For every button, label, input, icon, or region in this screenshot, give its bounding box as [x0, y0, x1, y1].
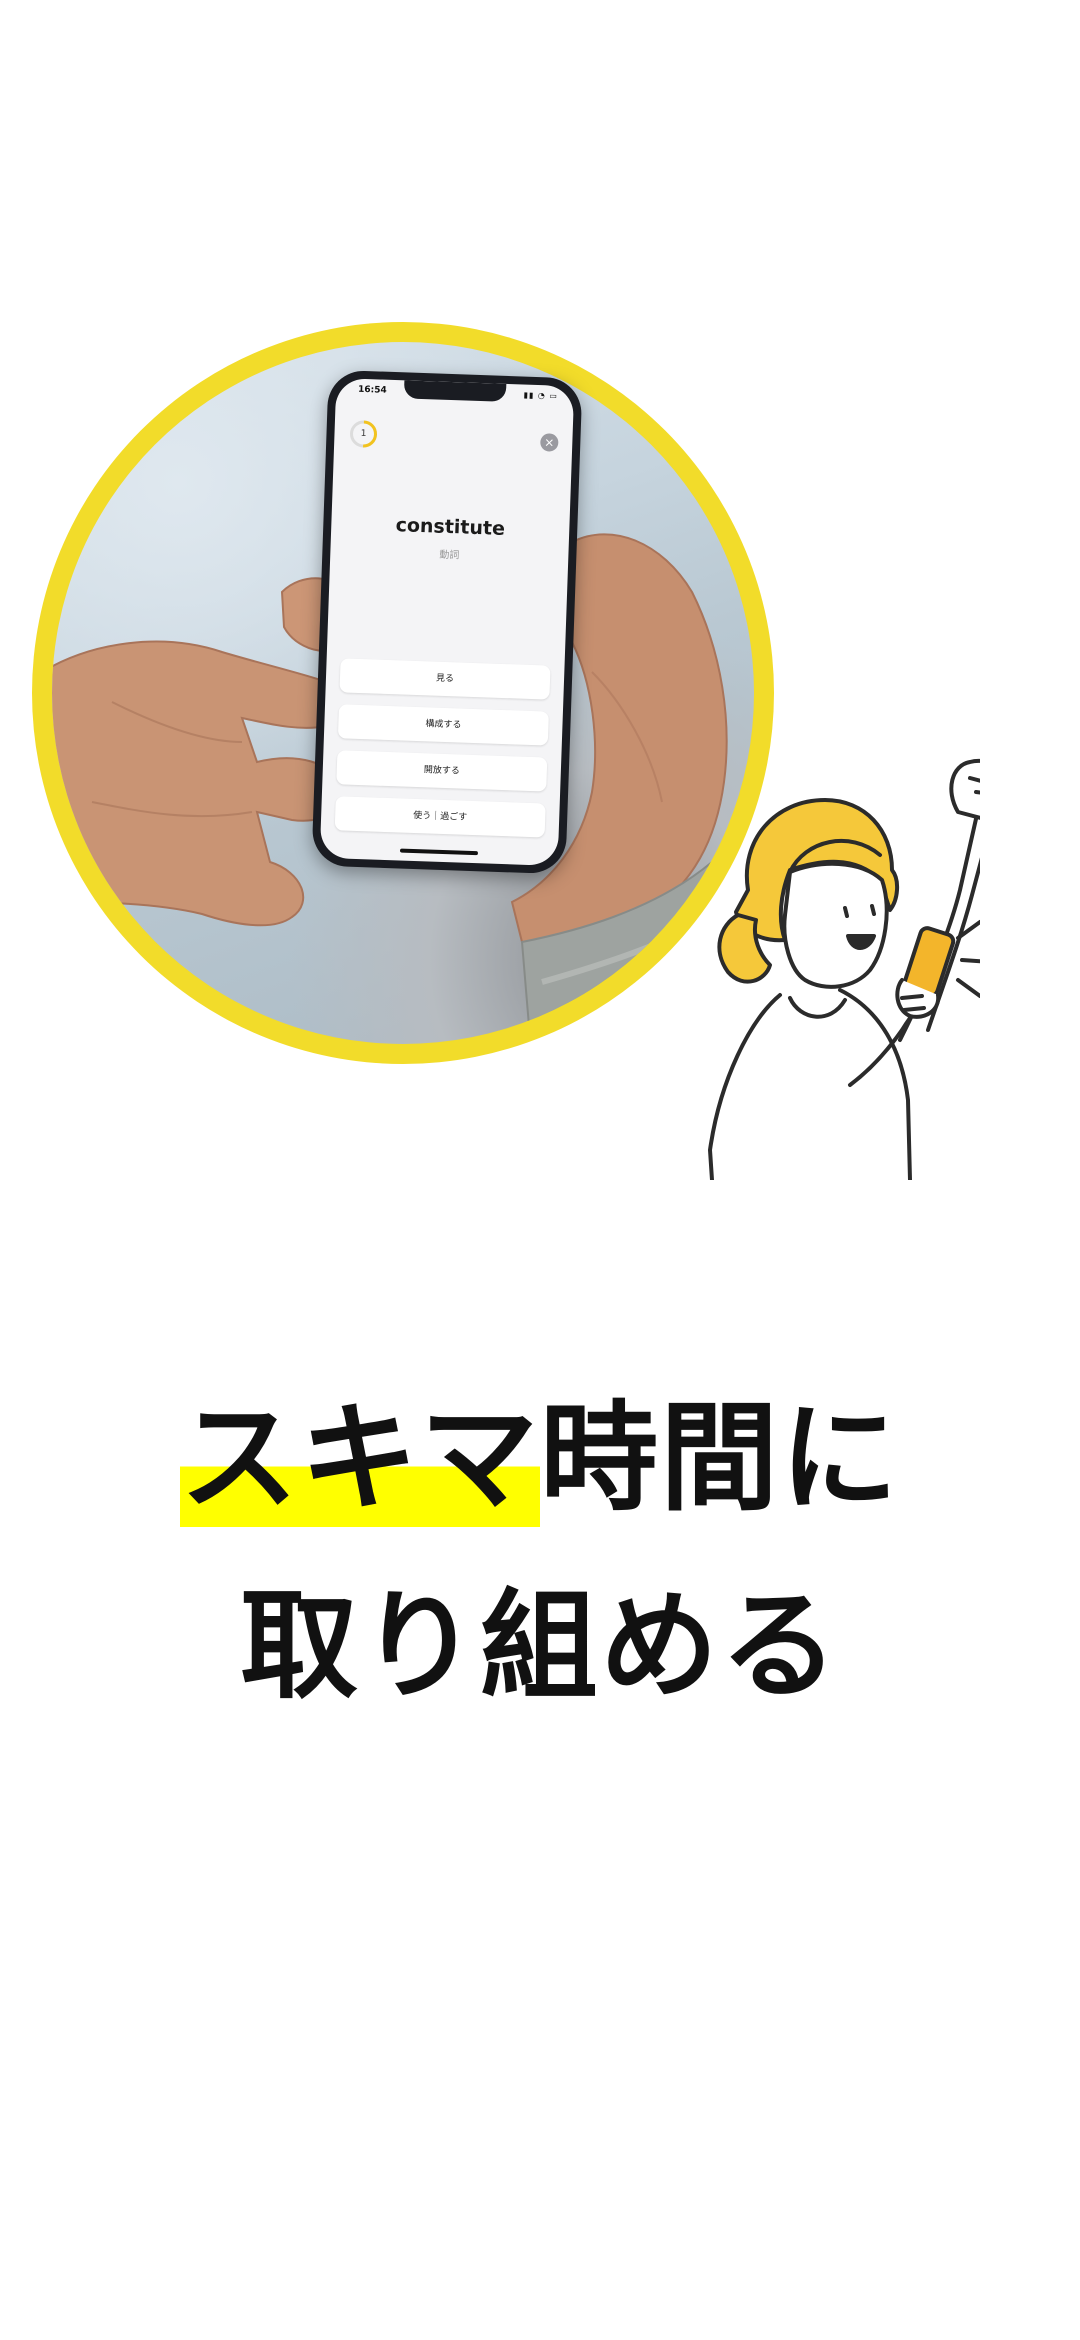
- phone-screen: 16:54 ▮▮ ◔ ▭ 1 × constitute 動詞 見る 構成する 開…: [319, 377, 575, 867]
- vocab-word: constitute: [395, 514, 506, 540]
- woman-cheering-illustration: [708, 758, 980, 1180]
- status-icons: ▮▮ ◔ ▭: [523, 390, 559, 401]
- answer-choice-2[interactable]: 構成する: [337, 704, 549, 746]
- screen: 16:54 ▮▮ ◔ ▭ 1 × constitute 動詞 見る 構成する 開…: [0, 0, 1080, 2340]
- left-hand: [52, 640, 347, 927]
- headline-line-1-rest: 時間に: [540, 1389, 901, 1527]
- headline-line-1: スキマ時間に: [0, 1362, 1080, 1533]
- answer-choice-4[interactable]: 使う｜過ごす: [334, 796, 546, 838]
- close-icon[interactable]: ×: [540, 433, 559, 452]
- answer-choice-3[interactable]: 開放する: [336, 750, 548, 792]
- status-time: 16:54: [357, 384, 387, 396]
- home-indicator: [399, 848, 479, 856]
- phone-device: 16:54 ▮▮ ◔ ▭ 1 × constitute 動詞 見る 構成する 開…: [311, 369, 583, 875]
- answer-choice-1[interactable]: 見る: [339, 658, 551, 700]
- headline-line-2: 取り組める: [239, 1577, 840, 1715]
- phone-notch: [403, 380, 507, 402]
- progress-count: 1: [360, 428, 367, 440]
- part-of-speech: 動詞: [439, 549, 460, 562]
- headline-highlight: スキマ: [179, 1389, 540, 1527]
